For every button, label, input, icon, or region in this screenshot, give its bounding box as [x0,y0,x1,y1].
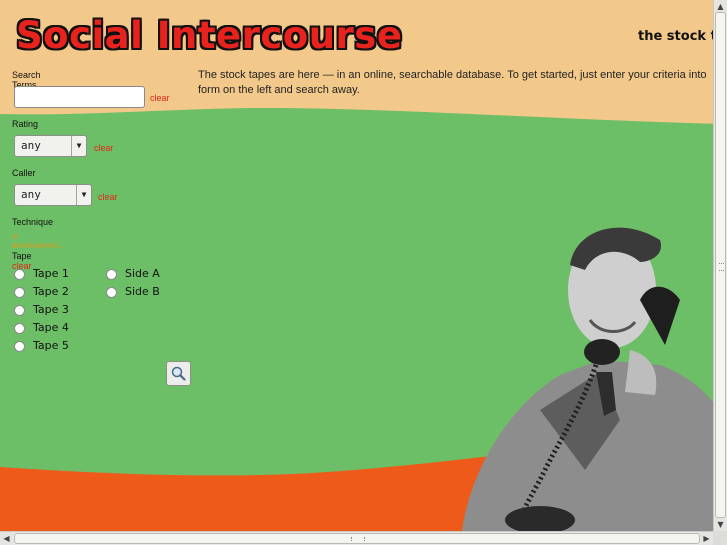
caller-label: Caller [12,168,36,178]
radio-circle-icon [106,268,117,280]
caller-select-value: any [21,188,41,201]
radio-circle-icon [14,286,25,298]
tape-2-label: Tape 2 [33,285,69,298]
tape-2-radio[interactable]: Tape 2 [14,285,69,298]
tape-5-label: Tape 5 [33,339,69,352]
side-a-radio[interactable]: Side A [106,267,160,280]
caller-select[interactable]: any ▼ [14,184,92,206]
radio-circle-icon [14,268,25,280]
horizontal-scrollbar[interactable]: ◀ ▶ [0,531,713,545]
search-terms-clear-link[interactable]: clear [150,93,170,103]
tape-1-label: Tape 1 [33,267,69,280]
side-b-radio[interactable]: Side B [106,285,160,298]
search-terms-input[interactable] [14,86,145,108]
site-logo[interactable]: Social Intercourse [16,14,402,57]
scroll-right-arrow-icon[interactable]: ▶ [700,532,713,545]
grip-icon [351,537,365,541]
chevron-down-icon: ▼ [76,185,91,205]
vertical-scroll-thumb[interactable] [715,12,726,518]
rating-clear-link[interactable]: clear [94,143,114,153]
scrollbar-corner [713,531,727,545]
vertical-scrollbar[interactable]: ▲ ▼ [713,0,727,531]
tape-5-radio[interactable]: Tape 5 [14,339,69,352]
intro-text: The stock tapes are here — in an online,… [198,69,707,96]
tape-label-text: Tape [12,251,32,261]
tape-3-label: Tape 3 [33,303,69,316]
rating-label: Rating [12,119,39,129]
tape-3-radio[interactable]: Tape 3 [14,303,69,316]
radio-circle-icon [14,340,25,352]
side-b-label: Side B [125,285,160,298]
technique-hint: in development... [12,232,65,250]
caller-clear-link[interactable]: clear [98,192,118,202]
tape-1-radio[interactable]: Tape 1 [14,267,69,280]
chevron-down-icon: ▼ [71,136,86,156]
tape-4-label: Tape 4 [33,321,69,334]
magnifier-icon [171,366,186,381]
radio-circle-icon [14,322,25,334]
radio-circle-icon [14,304,25,316]
side-a-label: Side A [125,267,160,280]
search-button[interactable] [166,361,191,386]
rating-select[interactable]: any ▼ [14,135,87,157]
radio-circle-icon [106,286,117,298]
scroll-left-arrow-icon[interactable]: ◀ [0,532,13,545]
horizontal-scroll-thumb[interactable] [14,533,700,544]
grip-icon [719,263,724,271]
rating-select-value: any [21,139,41,152]
technique-label: Technique [12,217,54,227]
tape-4-radio[interactable]: Tape 4 [14,321,69,334]
scroll-down-arrow-icon[interactable]: ▼ [714,518,727,531]
